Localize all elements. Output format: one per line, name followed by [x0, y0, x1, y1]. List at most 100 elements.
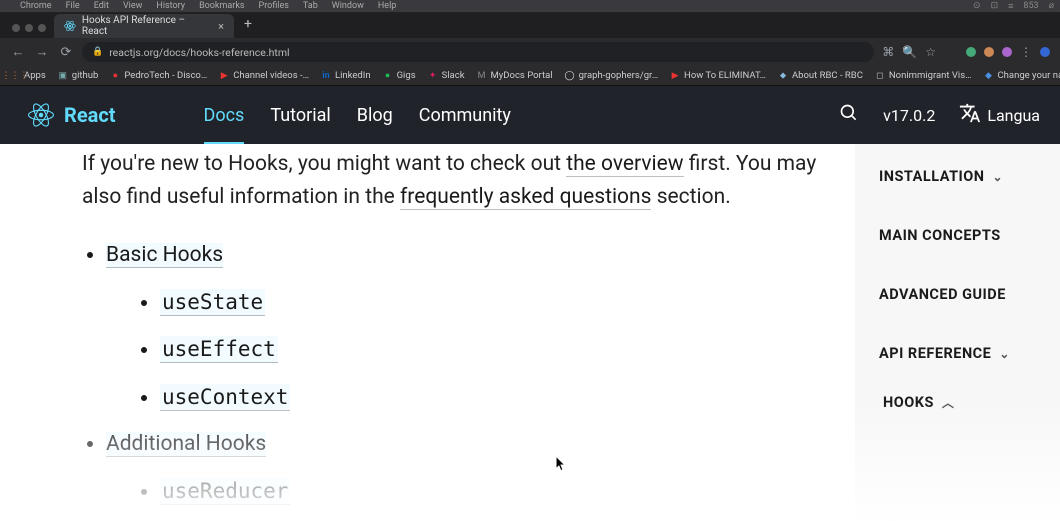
bookmark-item[interactable]: ▶Channel videos -… [219, 70, 309, 81]
bookmarks-bar: ⋮⋮⋮Apps ▣github ●PedroTech - Disco… ▶Cha… [0, 66, 1060, 86]
mac-menu-item[interactable]: Edit [94, 1, 109, 11]
nav-tutorial[interactable]: Tutorial [270, 105, 330, 126]
tab-title: Hooks API Reference – React [82, 15, 212, 37]
back-button[interactable]: ← [10, 44, 26, 60]
search-icon[interactable] [839, 103, 859, 128]
toc-group-link[interactable]: Basic Hooks [106, 243, 223, 268]
version-label[interactable]: v17.0.2 [883, 106, 935, 125]
forward-button[interactable]: → [34, 44, 50, 60]
minimize-window-icon[interactable] [25, 24, 33, 32]
nav-community[interactable]: Community [419, 105, 511, 126]
mac-menu-item[interactable]: View [123, 1, 142, 11]
mac-menubar-right: ⊙ ⊡ ≡ 853 ⌀ [973, 1, 1054, 12]
mac-menu-item[interactable]: Bookmarks [199, 1, 244, 11]
nav-blog[interactable]: Blog [357, 105, 393, 126]
react-favicon-icon [64, 20, 76, 32]
extension-icon[interactable] [1002, 47, 1012, 57]
bookmark-item[interactable]: ▶How To ELIMINAT… [670, 70, 766, 81]
bookmark-item[interactable]: ●PedroTech - Disco… [110, 70, 207, 81]
toc-item: useState [160, 286, 825, 320]
bookmark-item[interactable]: ⬥About RBC - RBC [778, 70, 863, 81]
profile-avatar-icon[interactable] [1040, 47, 1050, 57]
extension-icon[interactable] [984, 47, 994, 57]
toc-link-usereducer[interactable]: useReducer [160, 478, 290, 505]
mac-menu-bar: Chrome File Edit View History Bookmarks … [0, 0, 1060, 13]
bookmark-item[interactable]: ◯graph-gophers/gr… [565, 70, 658, 81]
browser-chrome: Hooks API Reference – React × + ← → ⟳ 🔒 … [0, 13, 1060, 86]
menubar-icon: ⌀ [1049, 1, 1054, 11]
toc-item: useEffect [160, 333, 825, 367]
mac-menu-item[interactable]: Tab [303, 1, 318, 11]
primary-nav: Docs Tutorial Blog Community [204, 105, 511, 126]
toc-link-usecontext[interactable]: useContext [160, 384, 290, 411]
docs-sidebar: INSTALLATION ⌄ MAIN CONCEPTS ADVANCED GU… [855, 144, 1060, 521]
star-bookmark-icon[interactable]: ☆ [925, 45, 936, 59]
keyboard-shortcut-icon: ⌘ [882, 45, 894, 59]
omnibox-actions: ⌘ 🔍 ☆ ⋮ [882, 45, 1050, 59]
language-switcher[interactable]: Langua [959, 102, 1040, 129]
reload-button[interactable]: ⟳ [58, 45, 74, 60]
toc-link-useeffect[interactable]: useEffect [160, 336, 278, 363]
mac-menu-item[interactable]: Window [332, 1, 364, 11]
toc-list: Basic Hooks useState useEffect useContex… [82, 239, 825, 521]
close-window-icon[interactable] [12, 24, 20, 32]
chevron-up-icon: ︿ [942, 394, 955, 411]
chevron-down-icon: ⌄ [999, 347, 1010, 361]
mac-menu-item[interactable]: File [66, 1, 80, 11]
toc-item: useReducer [160, 475, 825, 509]
sidebar-section-api-reference[interactable]: API REFERENCE ⌄ [879, 345, 1060, 362]
menubar-icon: ≡ [1008, 1, 1013, 12]
sidebar-subsection-hooks[interactable]: HOOKS ︿ [879, 394, 1060, 411]
mac-menu-item[interactable]: Help [378, 1, 396, 11]
bookmark-item[interactable]: ▣github [58, 70, 99, 81]
youtube-icon: ▶ [670, 71, 680, 81]
chevron-down-icon: ⌄ [993, 170, 1004, 184]
sidebar-section-main-concepts[interactable]: MAIN CONCEPTS [879, 227, 1060, 244]
sidebar-section-installation[interactable]: INSTALLATION ⌄ [879, 168, 1060, 185]
main-content: If you're new to Hooks, you might want t… [0, 144, 855, 521]
mac-menu-item[interactable]: Profiles [259, 1, 289, 11]
link-overview[interactable]: the overview [566, 152, 683, 177]
mac-menu-item[interactable]: History [156, 1, 185, 11]
toc-group: Basic Hooks useState useEffect useContex… [106, 239, 825, 414]
bookmark-item[interactable]: ●Gigs [383, 70, 416, 81]
maximize-window-icon[interactable] [38, 24, 46, 32]
bookmark-item[interactable]: ✦Slack [428, 70, 465, 81]
brand-name: React [64, 103, 116, 127]
react-logo[interactable]: React [28, 102, 116, 128]
url-text: reactjs.org/docs/hooks-reference.html [109, 46, 289, 59]
bookmark-item[interactable]: ◆Change your nam… [983, 70, 1060, 81]
menubar-icon: ⊙ [973, 1, 981, 11]
toc-group: Additional Hooks useReducer useCallback [106, 428, 825, 521]
tab-strip: Hooks API Reference – React × + [0, 13, 1060, 38]
sidebar-section-advanced-guides[interactable]: ADVANCED GUIDE [879, 286, 1060, 303]
bookmark-apps[interactable]: ⋮⋮⋮Apps [10, 70, 46, 81]
github-icon: ◯ [565, 71, 575, 81]
address-bar[interactable]: 🔒 reactjs.org/docs/hooks-reference.html [82, 42, 874, 62]
site-icon: M [477, 71, 487, 81]
window-controls[interactable] [8, 24, 54, 38]
address-bar-row: ← → ⟳ 🔒 reactjs.org/docs/hooks-reference… [0, 38, 1060, 66]
toc-group-link[interactable]: Additional Hooks [106, 432, 266, 457]
new-tab-button[interactable]: + [234, 12, 262, 38]
menubar-icon: ⊡ [991, 1, 999, 11]
extensions-menu-icon[interactable]: ⋮ [1020, 45, 1032, 59]
extension-icon[interactable] [966, 47, 976, 57]
linkedin-icon: in [321, 71, 331, 81]
slack-icon: ✦ [428, 71, 438, 81]
site-icon: ◻ [875, 71, 885, 81]
bookmark-item[interactable]: MMyDocs Portal [477, 70, 553, 81]
toc-item: useContext [160, 381, 825, 415]
bookmark-item[interactable]: ◻Nonimmigrant Vis… [875, 70, 972, 81]
site-icon: ◆ [983, 71, 993, 81]
header-right: v17.0.2 Langua [839, 102, 1040, 129]
bookmark-item[interactable]: inLinkedIn [321, 70, 371, 81]
tab-close-icon[interactable]: × [218, 20, 224, 33]
nav-docs[interactable]: Docs [204, 105, 245, 126]
mac-menu-item[interactable]: Chrome [20, 1, 52, 11]
zoom-icon[interactable]: 🔍 [902, 45, 917, 59]
link-faq[interactable]: frequently asked questions [400, 185, 652, 210]
browser-tab[interactable]: Hooks API Reference – React × [54, 14, 234, 38]
toc-link-usestate[interactable]: useState [160, 289, 265, 316]
intro-paragraph: If you're new to Hooks, you might want t… [82, 148, 825, 213]
